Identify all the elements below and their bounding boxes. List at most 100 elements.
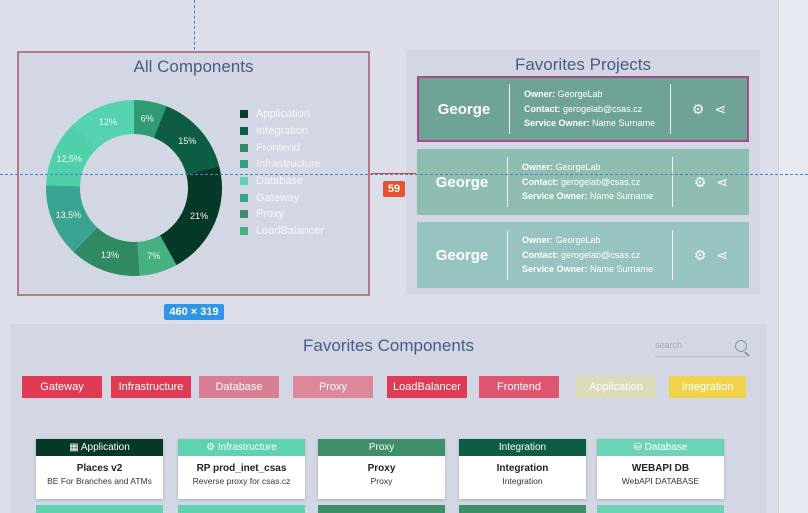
legend-swatch — [240, 143, 248, 152]
legend-swatch — [240, 160, 248, 169]
share-icon[interactable]: ⋖ — [716, 247, 728, 264]
component-card-type: Database — [644, 442, 688, 453]
filter-chip[interactable]: LoadBalancer — [387, 376, 467, 398]
legend-item: Proxy — [240, 206, 324, 223]
donut-chart: 6% 15% 21% 7% 13% 13,5% 12,5% 12% — [46, 100, 222, 276]
slice-label: 12% — [99, 117, 117, 127]
gear-icon[interactable]: ⚙ — [692, 101, 705, 118]
gear-icon[interactable]: ⚙ — [694, 174, 707, 191]
component-card-subtitle: Reverse proxy for csas.cz — [192, 476, 291, 486]
filter-chip[interactable]: Application — [576, 376, 656, 398]
legend-label: Gateway — [256, 191, 300, 204]
project-info: Owner: GeorgeLab Contact: gerogelab@csas… — [524, 89, 656, 129]
project-name: George — [435, 173, 489, 191]
legend-swatch — [240, 110, 248, 119]
legend-label: Database — [256, 175, 304, 188]
component-card-partial[interactable] — [459, 505, 586, 513]
legend-item: Infrastructure — [240, 156, 324, 173]
legend-swatch — [240, 177, 248, 186]
vertical-guide-line — [194, 0, 195, 50]
filter-chip[interactable]: Proxy — [293, 376, 373, 398]
legend-label: Frontend — [256, 141, 301, 154]
gear-icon[interactable]: ⚙ — [694, 247, 707, 264]
share-icon[interactable]: ⋖ — [714, 101, 726, 118]
component-card-partial[interactable] — [178, 505, 305, 513]
slice-label: 6% — [141, 113, 154, 123]
project-name: George — [437, 100, 491, 118]
component-card-type: Application — [80, 442, 130, 453]
slice-label: 15% — [178, 136, 196, 146]
component-card-title: Integration — [496, 463, 549, 474]
dimensions-badge: 460 × 319 — [164, 304, 224, 320]
measure-connector — [371, 173, 416, 174]
horizontal-guide-line — [0, 174, 808, 175]
spacing-badge: 59 — [383, 181, 405, 197]
component-card-type: Proxy — [368, 442, 395, 453]
slice-label: 21% — [190, 211, 208, 221]
search-placeholder: search — [655, 340, 683, 350]
legend-swatch — [240, 227, 248, 236]
project-card[interactable]: George Owner: GeorgeLab Contact: gerogel… — [417, 149, 749, 215]
filter-chip[interactable]: Database — [199, 376, 279, 398]
chart-legend: Application Integration Frontend Infrastruc… — [240, 106, 324, 240]
legend-swatch — [240, 193, 248, 202]
slice-label: 13% — [101, 250, 119, 260]
component-card[interactable]: ⚙ Infrastructure RP prod_inet_csas Rever… — [178, 439, 305, 499]
favorites-projects-title: Favorites Projects — [514, 55, 652, 74]
component-card-partial[interactable] — [597, 505, 724, 513]
component-card-subtitle: Proxy — [370, 476, 393, 486]
component-card-title: WEBAPI DB — [631, 463, 690, 474]
database-icon: ⛁ — [633, 442, 645, 453]
search-input[interactable]: search — [655, 340, 747, 357]
legend-label: Proxy — [256, 208, 285, 221]
component-card-header: Proxy — [318, 439, 445, 456]
component-card-header: Integration — [459, 439, 586, 456]
search-icon[interactable] — [735, 340, 747, 352]
component-card-subtitle: BE For Branches and ATMs — [47, 476, 152, 486]
component-card-title: RP prod_inet_csas — [196, 463, 287, 474]
component-card-header: ⛁ Database — [597, 439, 724, 456]
filter-chip[interactable]: Frontend — [479, 376, 559, 398]
filter-chip[interactable]: Gateway — [22, 376, 102, 398]
project-card[interactable]: George Owner: GeorgeLab Contact: gerogel… — [417, 222, 749, 288]
component-card[interactable]: ▦ Application Places v2 BE For Branches … — [36, 439, 163, 499]
favorites-components-title: Favorites Components — [302, 336, 475, 355]
component-card[interactable]: Proxy Proxy Proxy — [318, 439, 445, 499]
slice-label: 12,5% — [57, 154, 83, 164]
filter-chip[interactable]: Infrastructure — [111, 376, 191, 398]
right-scroll-strip — [778, 0, 808, 513]
component-card[interactable]: ⛁ Database WEBAPI DB WebAPI DATABASE — [597, 439, 724, 499]
legend-item: Frontend — [240, 139, 324, 156]
all-components-title: All Components — [133, 57, 254, 76]
component-card-partial[interactable] — [318, 505, 445, 513]
component-card-header: ▦ Application — [36, 439, 163, 456]
grid-icon: ▦ — [69, 442, 81, 453]
slice-label: 13,5% — [56, 210, 82, 220]
favorites-components-panel: Favorites Components search Gateway Infra… — [11, 324, 766, 513]
component-card-title: Proxy — [367, 463, 396, 474]
legend-item: LoadBalancer — [240, 223, 324, 240]
project-card[interactable]: George Owner: GeorgeLab Contact: gerogel… — [417, 76, 749, 142]
gear-icon: ⚙ — [206, 442, 218, 453]
slice-label: 7% — [147, 251, 160, 261]
legend-item: Application — [240, 106, 324, 123]
component-card-subtitle: WebAPI DATABASE — [621, 476, 700, 486]
legend-label: Infrastructure — [256, 158, 321, 171]
component-card-partial[interactable] — [36, 505, 163, 513]
project-info: Owner: GeorgeLab Contact: gerogelab@csas… — [522, 235, 654, 275]
share-icon[interactable]: ⋖ — [716, 174, 728, 191]
component-card-header: ⚙ Infrastructure — [178, 439, 305, 456]
legend-swatch — [240, 210, 248, 219]
component-card-type: Integration — [498, 442, 547, 453]
filter-chip[interactable]: Integration — [669, 376, 746, 398]
legend-item: Database — [240, 173, 324, 190]
legend-label: Application — [256, 108, 310, 121]
component-card-type: Infrastructure — [217, 442, 277, 453]
component-card[interactable]: Integration Integration Integration — [459, 439, 586, 499]
component-card-subtitle: Integration — [502, 476, 543, 486]
legend-label: LoadBalancer — [256, 225, 324, 238]
legend-label: Integration — [256, 125, 308, 138]
legend-item: Integration — [240, 123, 324, 140]
legend-swatch — [240, 127, 248, 136]
favorites-projects-panel: Favorites Projects George Owner: GeorgeL… — [406, 50, 760, 294]
